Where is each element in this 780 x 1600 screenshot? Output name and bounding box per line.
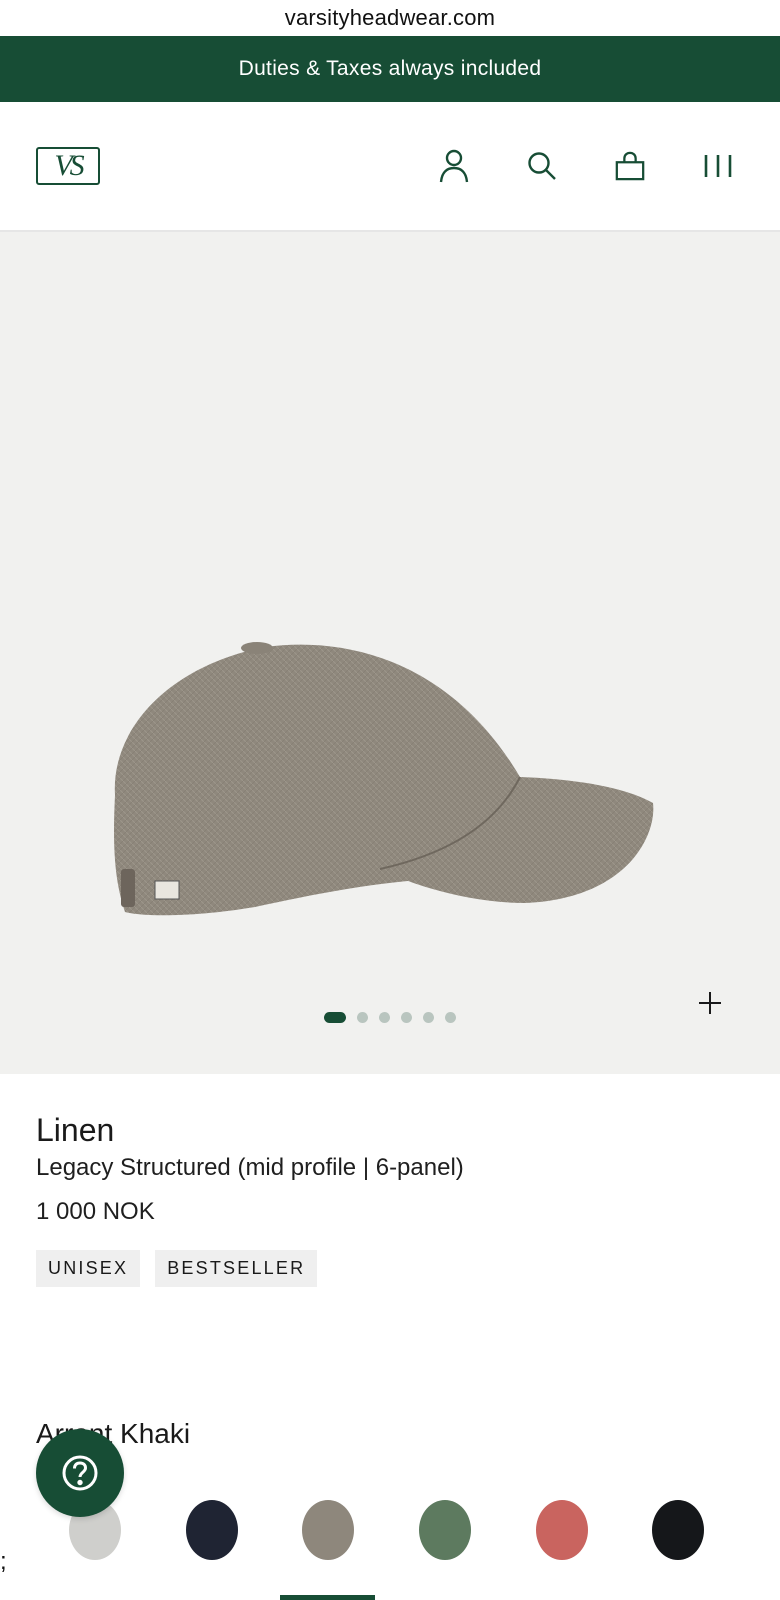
swatch-red[interactable]	[536, 1500, 588, 1560]
gallery-dot-5[interactable]	[423, 1012, 434, 1023]
help-button[interactable]	[36, 1429, 124, 1517]
gallery-dot-6[interactable]	[445, 1012, 456, 1023]
badge-bestseller: BESTSELLER	[155, 1250, 318, 1287]
promo-banner: Duties & Taxes always included	[0, 36, 780, 102]
logo-text: VS	[54, 149, 84, 182]
stray-character: ;	[0, 1548, 7, 1575]
product-image-gallery[interactable]	[0, 232, 780, 1074]
swatch-navy[interactable]	[186, 1500, 238, 1560]
swatch-black[interactable]	[652, 1500, 704, 1560]
gallery-dot-4[interactable]	[401, 1012, 412, 1023]
product-name: Linen	[36, 1112, 115, 1148]
color-swatch-list	[0, 1500, 780, 1564]
account-icon[interactable]	[438, 149, 470, 183]
product-info: Linen Legacy Structured (mid profile | 6…	[0, 1074, 780, 1287]
bag-icon[interactable]	[614, 150, 646, 182]
swatch-green[interactable]	[419, 1500, 471, 1560]
menu-icon[interactable]	[702, 150, 734, 182]
url-text: varsityheadwear.com	[284, 5, 496, 30]
swatch-khaki[interactable]	[302, 1500, 354, 1560]
gallery-dot-3[interactable]	[379, 1012, 390, 1023]
product-badges: UNISEX BESTSELLER	[36, 1250, 744, 1287]
gallery-dot-1[interactable]	[324, 1012, 346, 1023]
badge-unisex: UNISEX	[36, 1250, 141, 1287]
gallery-dot-2[interactable]	[357, 1012, 368, 1023]
product-model: Legacy Structured (mid profile | 6-panel…	[36, 1154, 464, 1181]
browser-url-bar[interactable]: varsityheadwear.com	[0, 0, 780, 36]
product-image-cap	[114, 642, 654, 916]
help-icon	[62, 1455, 98, 1491]
zoom-plus-icon[interactable]	[696, 989, 724, 1017]
brand-logo[interactable]: VS	[36, 147, 100, 185]
gallery-pagination	[0, 1012, 780, 1023]
product-price: 1 000 NOK	[36, 1198, 155, 1225]
header-actions	[438, 149, 734, 183]
site-header: VS	[0, 102, 780, 232]
search-icon[interactable]	[526, 150, 558, 182]
promo-text: Duties & Taxes always included	[238, 57, 542, 80]
selected-swatch-indicator	[280, 1595, 375, 1600]
